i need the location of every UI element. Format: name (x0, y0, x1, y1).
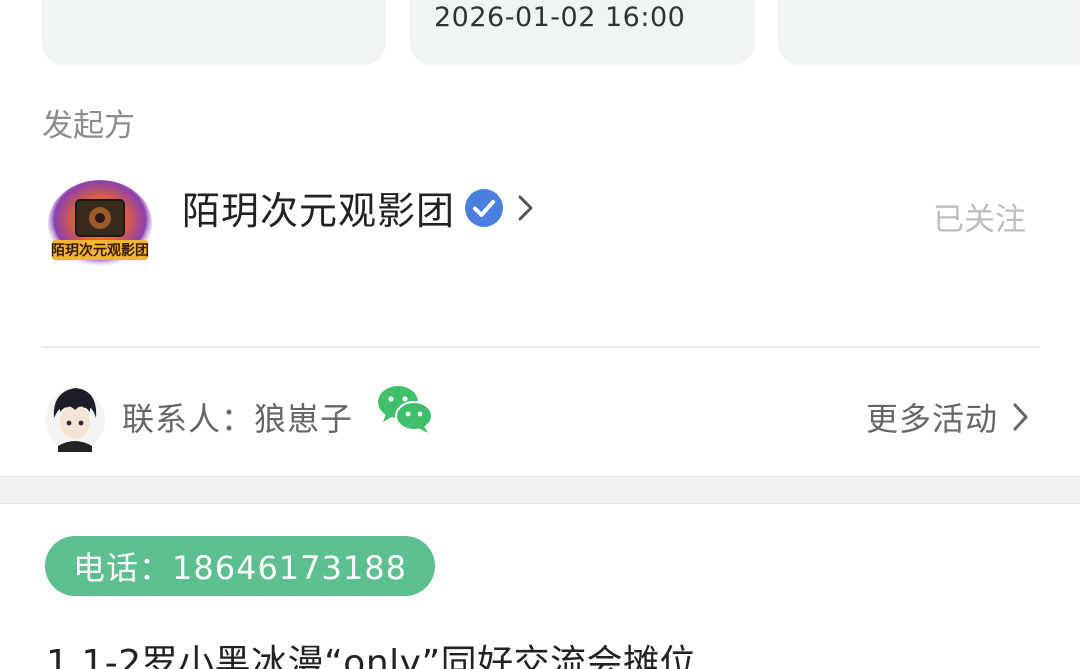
info-card-extra (778, 0, 1080, 65)
divider (42, 346, 1040, 348)
organizer-name-link[interactable]: 陌玥次元观影团 (182, 180, 537, 235)
verified-check-icon (465, 188, 504, 227)
chevron-right-icon (518, 195, 533, 220)
event-title: 1.1-2罗小黑冰漫“only”同好交流会摊位 (46, 643, 697, 669)
wechat-icon[interactable] (376, 384, 434, 434)
info-card-time: 2026-01-02 16:00 (410, 0, 755, 65)
organizer-section-label: 发起方 (42, 108, 135, 144)
follow-button[interactable]: 已关注 (933, 194, 1026, 239)
phone-label: 电话：18646173188 (73, 549, 407, 587)
phone-badge[interactable]: 电话：18646173188 (45, 536, 435, 596)
organizer-name: 陌玥次元观影团 (182, 189, 456, 233)
organizer-logo-text: 陌玥次元观影团 (51, 242, 149, 259)
organizer-row[interactable]: 陌玥次元观影团 陌玥次元观影团 已关注 (0, 160, 1080, 280)
event-time: 2026-01-02 16:00 (434, 2, 686, 33)
chevron-right-icon (1013, 403, 1028, 431)
more-activities-link[interactable]: 更多活动 (866, 394, 1032, 440)
contact-name: 联系人：狼崽子 (122, 400, 354, 438)
more-activities-label: 更多活动 (865, 400, 998, 438)
organizer-logo: 陌玥次元观影团 (48, 180, 152, 268)
contact-avatar (45, 388, 105, 452)
info-card-status (42, 0, 386, 65)
contact-row: 联系人：狼崽子 更多活动 (0, 380, 1080, 452)
section-separator (0, 476, 1080, 504)
